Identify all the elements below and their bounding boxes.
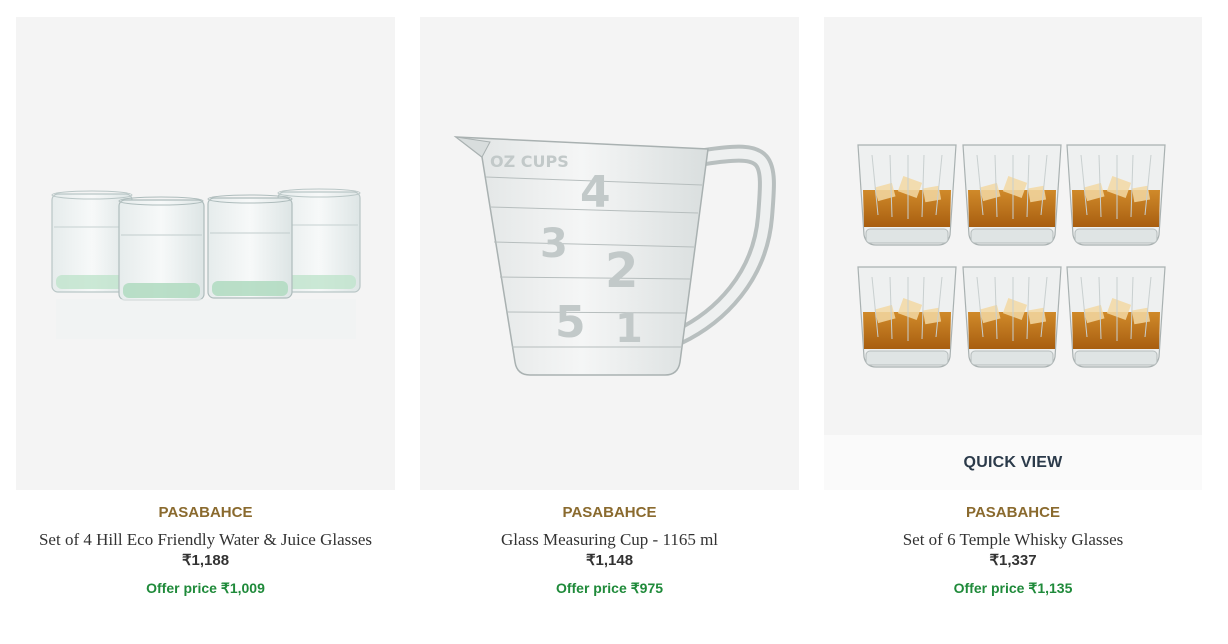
product-price: ₹1,148 [585, 552, 634, 569]
product-card[interactable]: QUICK VIEW PASABAHCE Set of 6 Temple Whi… [824, 17, 1202, 597]
offer-label: Offer price [146, 580, 217, 596]
product-price: ₹1,337 [989, 552, 1037, 569]
product-info: PASABAHCE Set of 4 Hill Eco Friendly Wat… [16, 504, 395, 597]
product-brand[interactable]: PASABAHCE [824, 504, 1202, 522]
product-title[interactable]: Set of 4 Hill Eco Friendly Water & Juice… [16, 530, 395, 550]
svg-text:2: 2 [605, 243, 638, 299]
product-info: PASABAHCE Glass Measuring Cup - 1165 ml … [420, 504, 799, 597]
svg-text:5: 5 [555, 297, 586, 348]
product-brand[interactable]: PASABAHCE [16, 504, 395, 522]
product-grid: PASABAHCE Set of 4 Hill Eco Friendly Wat… [0, 0, 1228, 644]
offer-value: ₹975 [630, 580, 664, 596]
product-card[interactable]: 4 3 2 5 1 OZ CUPS PASABAHCE Glass Measur… [420, 17, 799, 597]
quick-view-button[interactable]: QUICK VIEW [824, 435, 1202, 490]
svg-text:4: 4 [580, 167, 611, 218]
svg-text:OZ CUPS: OZ CUPS [490, 152, 569, 171]
measuring-cup-icon: 4 3 2 5 1 OZ CUPS [453, 136, 776, 376]
offer-price: Offer price ₹1,009 [16, 579, 395, 597]
product-image[interactable]: QUICK VIEW [824, 17, 1202, 490]
product-brand[interactable]: PASABAHCE [420, 504, 799, 522]
product-title[interactable]: Glass Measuring Cup - 1165 ml [420, 530, 799, 550]
offer-price: Offer price ₹1,135 [824, 579, 1202, 597]
offer-value: ₹1,135 [1028, 580, 1073, 596]
product-info: PASABAHCE Set of 6 Temple Whisky Glasses… [824, 504, 1202, 597]
svg-text:1: 1 [615, 306, 643, 352]
offer-label: Offer price [555, 580, 627, 596]
glasses-set-icon [51, 188, 361, 339]
product-image[interactable]: 4 3 2 5 1 OZ CUPS [420, 17, 799, 490]
product-price: ₹1,188 [181, 552, 230, 569]
offer-value: ₹1,009 [220, 580, 265, 596]
offer-price: Offer price ₹975 [420, 579, 799, 597]
product-card[interactable]: PASABAHCE Set of 4 Hill Eco Friendly Wat… [16, 17, 395, 597]
product-title[interactable]: Set of 6 Temple Whisky Glasses [824, 530, 1202, 550]
product-image[interactable] [16, 17, 395, 490]
offer-label: Offer price [953, 580, 1025, 596]
svg-text:3: 3 [540, 221, 568, 267]
whisky-glasses-icon [857, 144, 1166, 368]
